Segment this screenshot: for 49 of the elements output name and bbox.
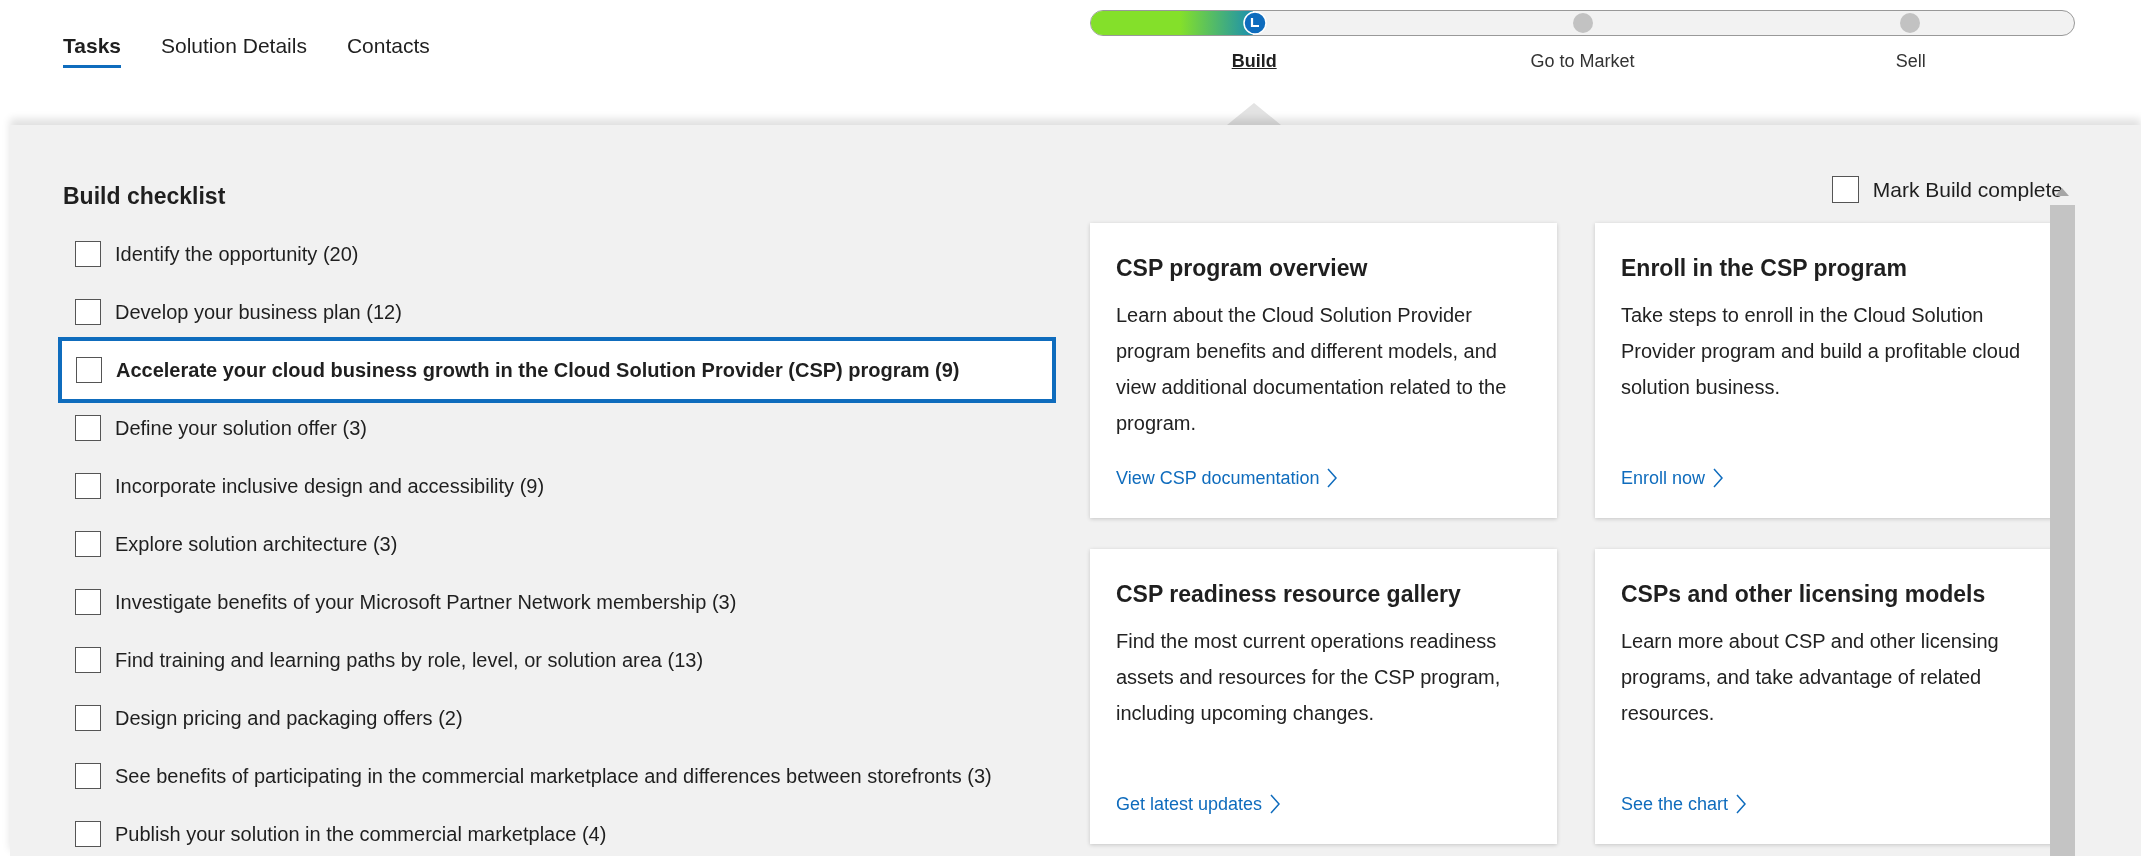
checklist-item-label[interactable]: Design pricing and packaging offers (2) [115,703,463,733]
card-title: CSPs and other licensing models [1621,579,1987,609]
checklist-item-label[interactable]: Publish your solution in the commercial marketplace (4) [115,819,607,849]
stage-label[interactable]: Go to Market [1530,48,1635,75]
checklist-item-label[interactable]: Develop your business plan (12) [115,297,402,327]
checklist-item-label[interactable]: Identify the opportunity (20) [115,239,359,269]
card-title: CSP program overview [1116,253,1369,283]
mark-complete-label[interactable]: Mark Build complete [1872,174,2063,206]
checkbox[interactable] [75,299,101,325]
card-link[interactable]: See the chart [1621,790,1747,818]
card-description: Take steps to enroll in the Cloud Solution Provider program and build a profitable cloud solution business. [1621,303,2022,400]
chevron-right-icon [1736,794,1747,814]
card-link[interactable]: View CSP documentation [1116,464,1338,492]
tab[interactable]: Tasks [63,30,121,68]
checkbox[interactable] [75,241,101,267]
checkbox[interactable] [75,473,101,499]
card-description: Find the most current operations readiness assets and resources for the CSP program, including upcoming changes. [1116,629,1502,726]
checkbox[interactable] [75,589,101,615]
tab[interactable]: Solution Details [161,30,307,68]
checkbox[interactable] [75,821,101,847]
checklist-item-label[interactable]: Investigate benefits of your Microsoft Partner Network membership (3) [115,587,737,617]
checkbox[interactable] [75,415,101,441]
checkbox[interactable] [75,531,101,557]
stage-label[interactable]: Build [1231,48,1277,75]
checkbox[interactable] [75,647,101,673]
stage-label[interactable]: Sell [1895,48,1926,75]
checkbox[interactable] [75,705,101,731]
checkbox[interactable] [76,357,102,383]
card-description: Learn about the Cloud Solution Provider program benefits and different models, and view additional documentation related to the program. [1116,303,1508,436]
chevron-right-icon [1270,794,1281,814]
checkbox[interactable] [1831,176,1859,204]
checklist-item-label[interactable]: Incorporate inclusive design and accessibility (9) [115,471,545,501]
checklist-item-label[interactable]: Accelerate your cloud business growth in the Cloud Solution Provider (CSP) program (9) [116,355,960,385]
card-link[interactable]: Get latest updates [1116,790,1281,818]
card-link[interactable]: Enroll now [1621,464,1724,492]
checklist-title: Build checklist [63,182,227,211]
card-title: Enroll in the CSP program [1621,253,1908,283]
checklist-item[interactable]: Accelerate your cloud business growth in the Cloud Solution Provider (CSP) program (9) [58,337,1056,403]
checklist-item-label[interactable]: Define your solution offer (3) [115,413,367,443]
checklist-item-label[interactable]: Find training and learning paths by role, level, or solution area (13) [115,645,704,675]
checklist-item-label[interactable]: See benefits of participating in the commercial marketplace and differences between storefronts (3) [115,761,992,791]
chevron-right-icon [1327,468,1338,488]
card-description: Learn more about CSP and other licensing programs, and take advantage of related resources. [1621,629,2000,726]
chevron-right-icon [1713,468,1724,488]
checkbox[interactable] [75,763,101,789]
checklist-item-label[interactable]: Explore solution architecture (3) [115,529,398,559]
tab[interactable]: Contacts [346,30,430,68]
scrollbar[interactable] [2050,205,2075,856]
card-title: CSP readiness resource gallery [1116,579,1462,609]
